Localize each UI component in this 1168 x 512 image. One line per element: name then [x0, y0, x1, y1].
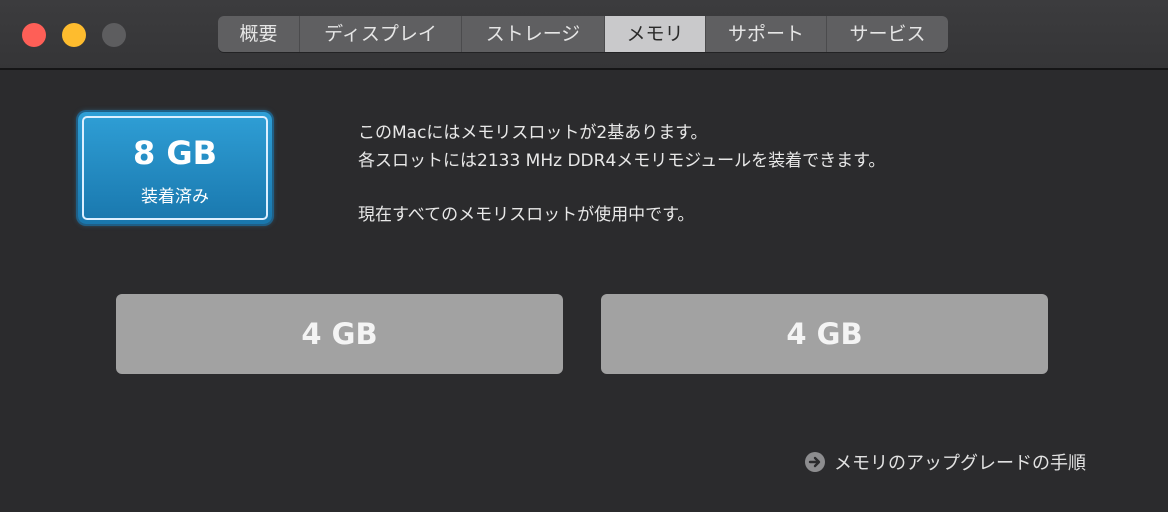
tab-support[interactable]: サポート — [706, 16, 827, 52]
upgrade-link-label: メモリのアップグレードの手順 — [834, 453, 1086, 474]
installed-memory-size: 8 GB — [132, 134, 218, 172]
installed-memory-summary: 8 GB 装着済み — [78, 112, 272, 224]
about-this-mac-window: 概要 ディスプレイ ストレージ メモリ サポート サービス 8 GB 装着済み … — [0, 0, 1168, 512]
slot-usage-text: 現在すべてのメモリスロットが使用中です。 — [358, 205, 695, 225]
tab-storage[interactable]: ストレージ — [462, 16, 605, 52]
tab-bar: 概要 ディスプレイ ストレージ メモリ サポート サービス — [218, 16, 948, 52]
tab-memory[interactable]: メモリ — [605, 16, 706, 52]
slot-count-text: このMacにはメモリスロットが2基あります。 — [358, 123, 708, 143]
zoom-button[interactable] — [102, 23, 126, 47]
title-bar: 概要 ディスプレイ ストレージ メモリ サポート サービス — [0, 0, 1168, 70]
memory-slot-1: 4 GB — [116, 294, 563, 374]
tab-overview[interactable]: 概要 — [218, 16, 300, 52]
arrow-circle-right-icon — [804, 451, 826, 473]
close-button[interactable] — [22, 23, 46, 47]
memory-slot-2: 4 GB — [601, 294, 1048, 374]
tab-displays[interactable]: ディスプレイ — [300, 16, 462, 52]
minimize-button[interactable] — [62, 23, 86, 47]
installed-memory-label: 装着済み — [141, 187, 209, 207]
memory-upgrade-instructions-link[interactable]: メモリのアップグレードの手順 — [804, 450, 1086, 474]
tab-service[interactable]: サービス — [827, 16, 948, 52]
slot-spec-text: 各スロットには2133 MHz DDR4メモリモジュールを装着できます。 — [358, 151, 886, 171]
